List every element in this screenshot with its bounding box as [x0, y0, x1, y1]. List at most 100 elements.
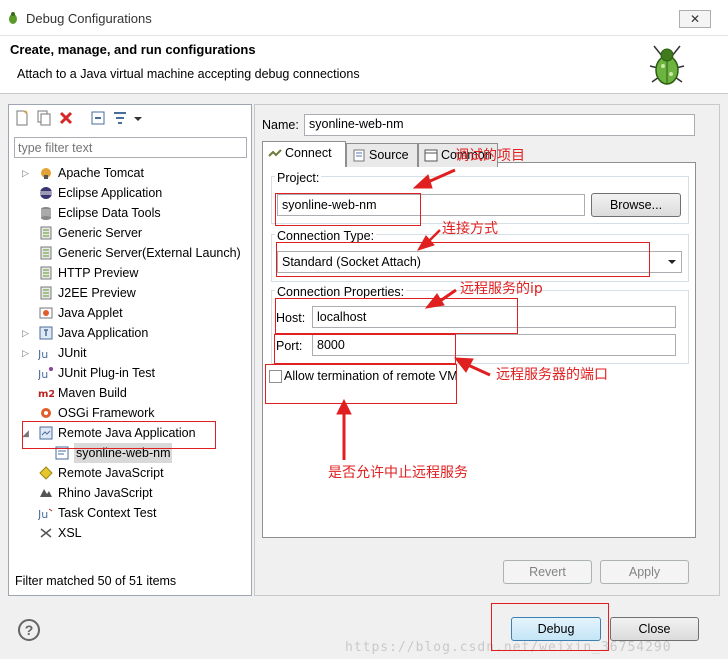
port-input[interactable]: 8000 [312, 334, 676, 356]
tree-category-item[interactable]: Java Applet [22, 303, 248, 323]
tree-category-item[interactable]: HTTP Preview [22, 263, 248, 283]
close-button[interactable]: Close [610, 617, 699, 641]
tree-category-item[interactable]: Generic Server [22, 223, 248, 243]
tomcat-icon [41, 168, 51, 179]
annotation-terminate: 是否允许中止远程服务 [328, 465, 468, 481]
svg-text:Ju: Ju [38, 508, 48, 520]
tree-category-item[interactable]: m2 Maven Build [22, 383, 248, 403]
dialog-header-title: Create, manage, and run configurations [10, 42, 256, 57]
host-label: Host: [276, 311, 306, 325]
project-label: Project: [275, 171, 322, 185]
tree-category-item[interactable]: XSL [22, 523, 248, 543]
tree-item-label: Remote Java Application [58, 426, 196, 440]
common-icon [424, 149, 438, 162]
server-icon [40, 246, 52, 260]
xsl-icon [40, 528, 52, 538]
tree-category-item[interactable]: ▷ Java Application [22, 323, 248, 343]
tree-category-item[interactable]: ▷ Ju JUnit [22, 343, 248, 363]
tree-category-item[interactable]: Remote JavaScript [22, 463, 248, 483]
tab-connect[interactable]: Connect [262, 141, 346, 167]
tree-item-label: syonline-web-nm [74, 443, 173, 463]
tree-category-item[interactable]: ◢ Remote Java Application [22, 423, 248, 443]
tree-category-item[interactable]: Ju Task Context Test [22, 503, 248, 523]
tree-config-item[interactable]: syonline-web-nm [40, 443, 248, 463]
host-input[interactable]: localhost [312, 306, 676, 328]
annotation-ip: 远程服务的ip [460, 281, 543, 297]
database-icon [41, 207, 51, 220]
revert-button[interactable]: Revert [503, 560, 592, 584]
tree-item-label: JUnit [58, 346, 87, 360]
delete-config-icon[interactable] [58, 110, 74, 126]
config-icon [55, 446, 69, 460]
tree-category-item[interactable]: OSGi Framework [22, 403, 248, 423]
svg-text:m2: m2 [38, 389, 54, 400]
tree-category-item[interactable]: Rhino JavaScript [22, 483, 248, 503]
osgi-icon [41, 408, 51, 418]
tree-item-label: Task Context Test [58, 506, 157, 520]
tab-connect-label: Connect [285, 146, 332, 160]
tree-item-label: Java Applet [58, 306, 123, 320]
chevron-down-icon[interactable] [132, 110, 144, 126]
tree-item-label: Rhino JavaScript [58, 486, 153, 500]
connection-type-select[interactable]: Standard (Socket Attach) [277, 251, 682, 273]
allow-termination-label: Allow termination of remote VM [284, 369, 458, 383]
debug-bug-icon [9, 12, 17, 24]
new-config-icon[interactable] [14, 110, 30, 126]
source-icon [353, 149, 365, 162]
collapse-all-icon[interactable] [90, 110, 106, 126]
help-icon[interactable]: ? [18, 619, 40, 641]
dialog-header-description: Attach to a Java virtual machine accepti… [17, 67, 360, 81]
tree-item-label: XSL [58, 526, 82, 540]
tab-source-label: Source [369, 148, 409, 162]
junit-plugin-icon: Ju [38, 367, 53, 380]
apply-button[interactable]: Apply [600, 560, 689, 584]
duplicate-config-icon[interactable] [36, 110, 52, 126]
allow-termination-checkbox[interactable] [269, 370, 282, 383]
debug-button[interactable]: Debug [511, 617, 601, 641]
connect-icon [268, 149, 282, 157]
tree-category-item[interactable]: J2EE Preview [22, 283, 248, 303]
connection-properties-label: Connection Properties: [275, 285, 407, 299]
annotation-port: 远程服务器的端口 [496, 367, 608, 383]
task-icon: Ju [38, 508, 53, 520]
debug-bug-banner-icon [649, 45, 685, 85]
maven-icon: m2 [38, 389, 54, 400]
svg-text:Ju: Ju [38, 368, 48, 380]
window-close-button[interactable]: ✕ [679, 10, 711, 28]
junit-icon: Ju [38, 348, 48, 360]
filter-status-text: Filter matched 50 of 51 items [15, 574, 177, 588]
tree-item-label: OSGi Framework [58, 406, 155, 420]
name-label: Name: [262, 118, 299, 132]
annotation-connection: 连接方式 [442, 221, 498, 237]
eclipse-icon [40, 187, 52, 199]
name-input[interactable]: syonline-web-nm [304, 114, 695, 136]
expand-right-icon[interactable]: ▷ [22, 343, 32, 363]
expand-right-icon[interactable]: ▷ [22, 163, 32, 183]
project-input[interactable]: syonline-web-nm [277, 194, 585, 216]
filter-input[interactable] [14, 137, 247, 158]
annotation-project: 调试的项目 [455, 148, 525, 164]
remote-java-icon [39, 426, 53, 440]
server-icon [40, 226, 52, 240]
java-app-icon [39, 326, 53, 340]
tree-item-label: Eclipse Data Tools [58, 206, 161, 220]
server-icon [40, 266, 52, 280]
expand-right-icon[interactable]: ▷ [22, 323, 32, 343]
tab-source[interactable]: Source [346, 143, 418, 167]
tree-category-item[interactable]: ▷ Apache Tomcat [22, 163, 248, 183]
tree-category-item[interactable]: Eclipse Application [22, 183, 248, 203]
tree-category-item[interactable]: Ju JUnit Plug-in Test [22, 363, 248, 383]
applet-icon [39, 307, 53, 319]
js-icon [39, 466, 53, 480]
rhino-icon [40, 489, 52, 497]
filter-config-icon[interactable] [112, 110, 128, 126]
tree-category-item[interactable]: Eclipse Data Tools [22, 203, 248, 223]
bottom-strip [0, 659, 728, 669]
tree-item-label: Maven Build [58, 386, 127, 400]
browse-button[interactable]: Browse... [591, 193, 681, 217]
expand-down-icon[interactable]: ◢ [22, 423, 32, 443]
tree-item-label: Java Application [58, 326, 149, 340]
port-label: Port: [276, 339, 303, 353]
tree-category-item[interactable]: Generic Server(External Launch) [22, 243, 248, 263]
connection-type-label: Connection Type: [275, 229, 377, 243]
